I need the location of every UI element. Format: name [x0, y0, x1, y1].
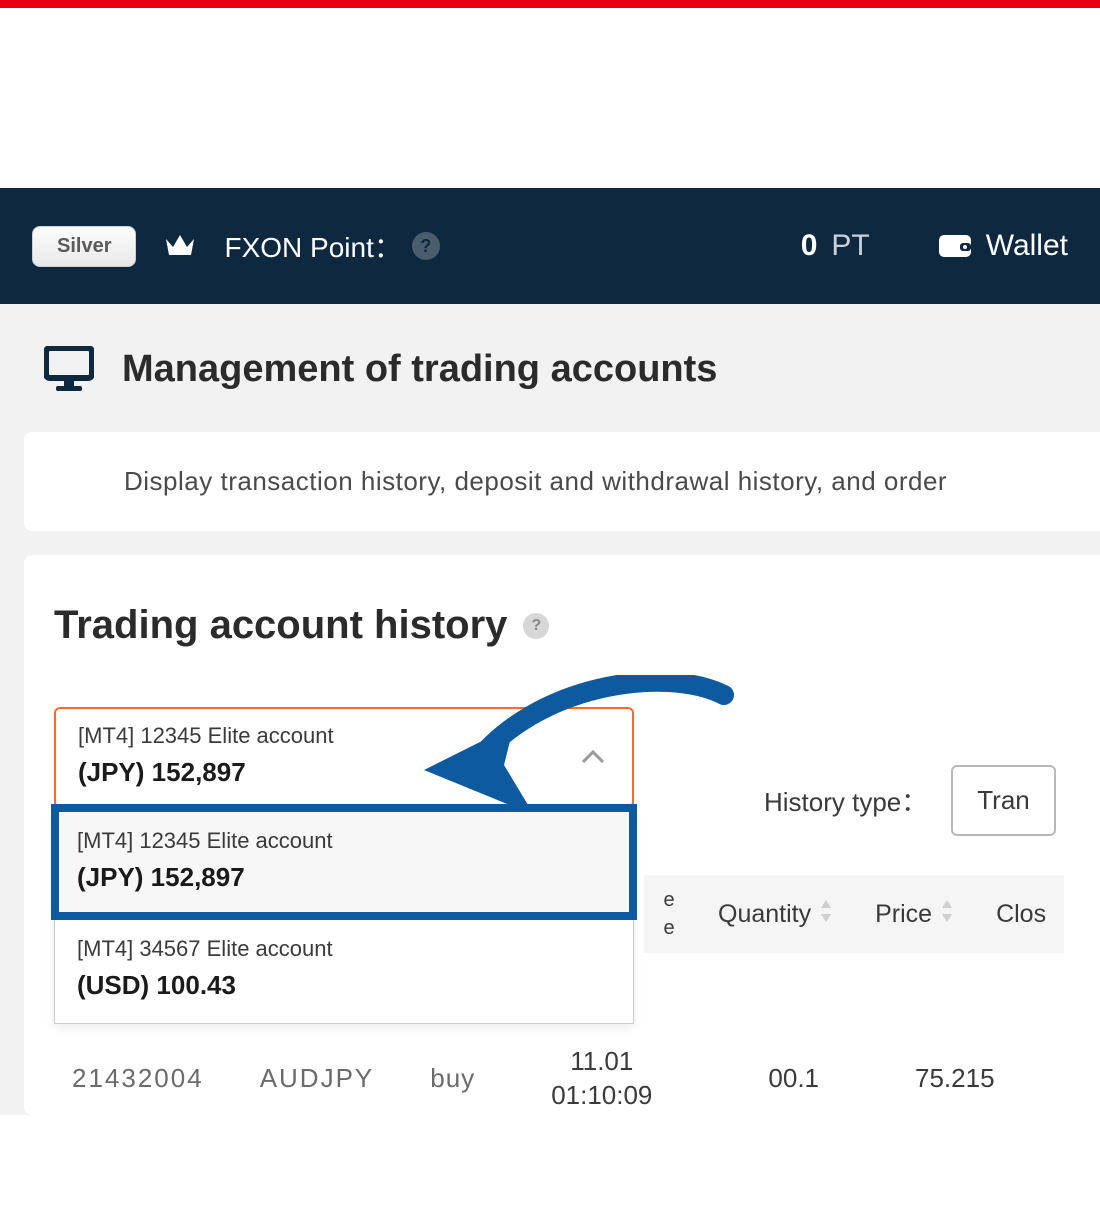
wallet-icon	[938, 232, 972, 260]
points-label-text: FXON Point：	[224, 226, 401, 266]
th-text: Price	[875, 900, 932, 929]
cell-datetime: 11.01 01:10:09	[551, 1045, 652, 1113]
cell-date: 11.01	[551, 1045, 652, 1079]
points-value: 0	[801, 229, 818, 263]
account-option[interactable]: [MT4] 12345 Elite account (JPY) 152,897	[55, 808, 633, 916]
table-header: e e Quantity Price Clos	[644, 875, 1064, 953]
description-card: Display transaction history, deposit and…	[24, 432, 1100, 531]
account-dropdown[interactable]: [MT4] 12345 Elite account (JPY) 152,897 …	[54, 707, 634, 1024]
top-spacer	[0, 8, 1100, 188]
table-row: 21432004 AUDJPY buy 11.01 01:10:09 00.1 …	[72, 1045, 995, 1113]
tier-badge: Silver	[32, 226, 136, 267]
account-dropdown-selected[interactable]: [MT4] 12345 Elite account (JPY) 152,897	[54, 707, 634, 808]
wallet-label: Wallet	[986, 229, 1068, 263]
cell-price: 75.215	[915, 1063, 995, 1094]
history-type-select[interactable]: Tran	[951, 765, 1056, 836]
points-unit: PT	[831, 229, 869, 263]
help-icon[interactable]: ?	[523, 613, 549, 639]
th-text: Clos	[996, 900, 1046, 929]
help-icon[interactable]: ?	[412, 232, 440, 260]
selected-account-name: [MT4] 12345 Elite account	[78, 723, 610, 749]
page-title: Management of trading accounts	[122, 348, 717, 391]
cell-type: buy	[430, 1063, 475, 1094]
th-text: Quantity	[718, 900, 811, 929]
topbar: Silver FXON Point： ? 0 PT Wallet	[0, 188, 1100, 304]
table-header-quantity[interactable]: Quantity	[694, 875, 851, 953]
option-account-name: [MT4] 34567 Elite account	[77, 936, 611, 962]
table-header-price[interactable]: Price	[851, 875, 972, 953]
history-card: Trading account history ? [MT4] 12345 El…	[24, 555, 1100, 1115]
description-text: Display transaction history, deposit and…	[124, 466, 1100, 497]
th-text: e	[663, 890, 674, 910]
selected-account-balance: (JPY) 152,897	[78, 757, 610, 788]
wallet-link[interactable]: Wallet	[938, 229, 1068, 263]
account-dropdown-list: [MT4] 12345 Elite account (JPY) 152,897 …	[54, 808, 634, 1024]
section-title-row: Trading account history ?	[54, 603, 1100, 648]
option-account-balance: (JPY) 152,897	[77, 862, 611, 893]
cell-quantity: 00.1	[768, 1063, 819, 1094]
option-account-name: [MT4] 12345 Elite account	[77, 828, 611, 854]
option-account-balance: (USD) 100.43	[77, 970, 611, 1001]
points-group: 0 PT	[801, 229, 870, 263]
page-header: Management of trading accounts	[24, 304, 1100, 432]
history-type-label: History type：	[764, 782, 927, 819]
monitor-icon	[44, 346, 94, 392]
th-text: e	[663, 918, 674, 938]
sort-icon	[819, 898, 833, 931]
page-body: Management of trading accounts Display t…	[0, 304, 1100, 1115]
history-type-row: History type： Tran	[764, 765, 1056, 836]
points-label: FXON Point： ?	[224, 226, 439, 266]
crown-icon	[164, 233, 196, 259]
table-header-cell[interactable]: e e	[644, 875, 694, 953]
cell-order: 21432004	[72, 1063, 204, 1094]
cell-symbol: AUDJPY	[260, 1063, 375, 1094]
table-header-close[interactable]: Clos	[972, 875, 1064, 953]
section-title: Trading account history	[54, 603, 507, 648]
cell-time: 01:10:09	[551, 1079, 652, 1113]
chevron-up-icon	[580, 749, 606, 770]
top-red-bar	[0, 0, 1100, 8]
sort-icon	[940, 898, 954, 931]
account-option[interactable]: [MT4] 34567 Elite account (USD) 100.43	[55, 916, 633, 1023]
